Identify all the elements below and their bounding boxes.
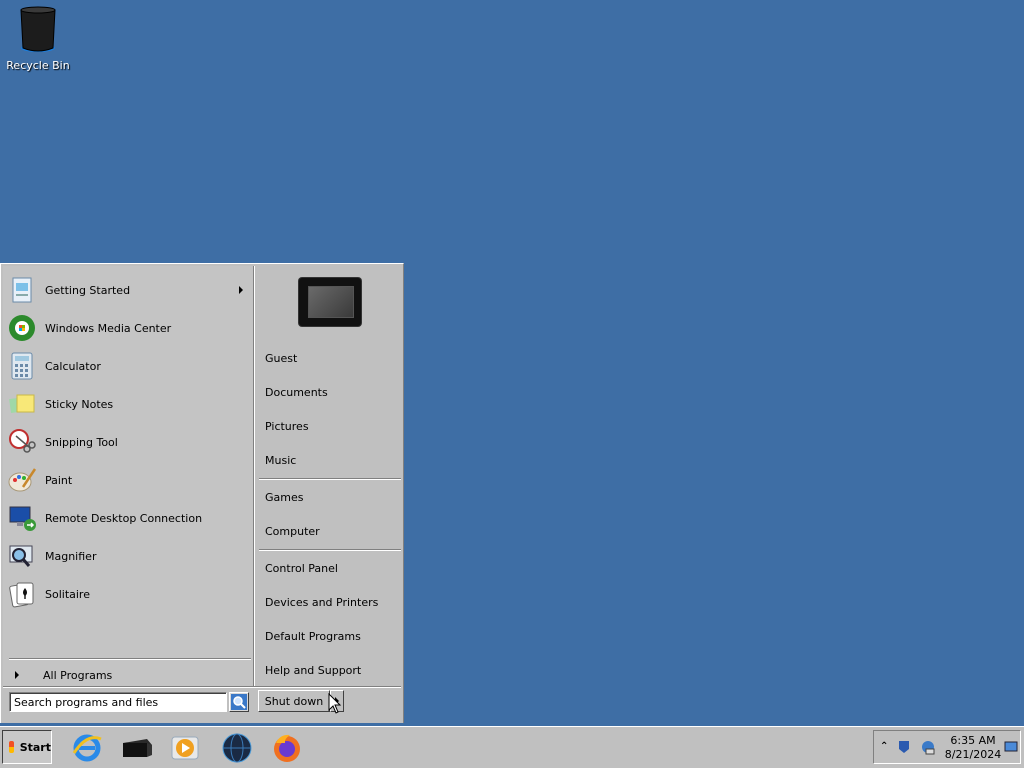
places-item-control-panel[interactable]: Control Panel (265, 558, 395, 578)
places-item-guest[interactable]: Guest (265, 348, 395, 368)
globe-icon[interactable] (220, 731, 254, 765)
start-button[interactable]: Start (2, 730, 52, 764)
getting-started-icon (7, 275, 37, 305)
recycle-bin-icon (6, 4, 70, 56)
media-player-icon[interactable] (168, 731, 202, 765)
desktop-icon-recycle-bin[interactable]: Recycle Bin (6, 4, 70, 72)
program-item-snipping-tool[interactable]: Snipping Tool (7, 424, 247, 460)
magnifier-icon (7, 541, 37, 571)
clock-date: 8/21/2024 (944, 748, 1002, 761)
program-item-magnifier[interactable]: Magnifier (7, 538, 247, 574)
pane-divider (253, 266, 255, 686)
show-hidden-icons-icon[interactable]: ⌃ (880, 741, 888, 752)
program-item-solitaire[interactable]: Solitaire (7, 576, 247, 612)
program-item-windows-media-center[interactable]: Windows Media Center (7, 310, 247, 346)
places-item-games[interactable]: Games (265, 487, 395, 507)
expand-arrow-icon (15, 671, 19, 679)
program-item-sticky-notes[interactable]: Sticky Notes (7, 386, 247, 422)
places-item-default-programs[interactable]: Default Programs (265, 626, 395, 646)
program-item-remote-desktop-connection[interactable]: Remote Desktop Connection (7, 500, 247, 536)
places-item-computer[interactable]: Computer (265, 521, 395, 541)
media-center-icon (7, 313, 37, 343)
show-desktop-icon[interactable] (1004, 741, 1018, 753)
solitaire-icon (7, 579, 37, 609)
start-menu-programs-pane: Getting Started Windows Media Center Cal… (3, 266, 253, 686)
calculator-icon (7, 351, 37, 381)
clock[interactable]: 6:35 AM 8/21/2024 (944, 734, 1002, 762)
search-icon (231, 694, 247, 710)
program-item-calculator[interactable]: Calculator (7, 348, 247, 384)
desktop-icon-label: Recycle Bin (6, 59, 70, 72)
search-button[interactable] (229, 692, 249, 712)
search-input[interactable] (9, 692, 227, 712)
places-item-music[interactable]: Music (265, 450, 395, 470)
start-menu: Getting Started Windows Media Center Cal… (0, 263, 404, 723)
program-item-getting-started[interactable]: Getting Started (7, 272, 247, 308)
submenu-arrow-icon (239, 286, 243, 294)
start-menu-places-pane: Guest Documents Pictures Music Games Com… (257, 266, 401, 686)
bottom-separator (3, 686, 401, 688)
all-programs-button[interactable]: All Programs (11, 666, 251, 684)
remote-desktop-icon (7, 503, 37, 533)
clock-time: 6:35 AM (950, 734, 996, 747)
programs-separator (9, 658, 251, 660)
program-item-paint[interactable]: Paint (7, 462, 247, 498)
places-item-pictures[interactable]: Pictures (265, 416, 395, 436)
sticky-notes-icon (7, 389, 37, 419)
places-item-help-and-support[interactable]: Help and Support (265, 660, 395, 680)
system-tray: ⌃ 6:35 AM 8/21/2024 (873, 730, 1021, 764)
snipping-tool-icon (7, 427, 37, 457)
places-item-devices-and-printers[interactable]: Devices and Printers (265, 592, 395, 612)
windows-logo-icon (9, 741, 14, 753)
flag-icon[interactable] (896, 739, 912, 755)
places-separator (259, 478, 401, 480)
places-item-documents[interactable]: Documents (265, 382, 395, 402)
taskbar: Start ⌃ 6:35 AM 8/21/2024 (0, 726, 1024, 768)
user-avatar[interactable] (299, 278, 361, 326)
internet-explorer-icon[interactable] (70, 731, 104, 765)
paint-icon (7, 465, 37, 495)
network-icon[interactable] (920, 739, 936, 755)
mouse-cursor-icon (328, 693, 342, 714)
firefox-icon[interactable] (270, 731, 304, 765)
places-separator (259, 549, 401, 551)
terminal-icon[interactable] (120, 731, 154, 765)
shut-down-button[interactable]: Shut down (258, 690, 330, 712)
